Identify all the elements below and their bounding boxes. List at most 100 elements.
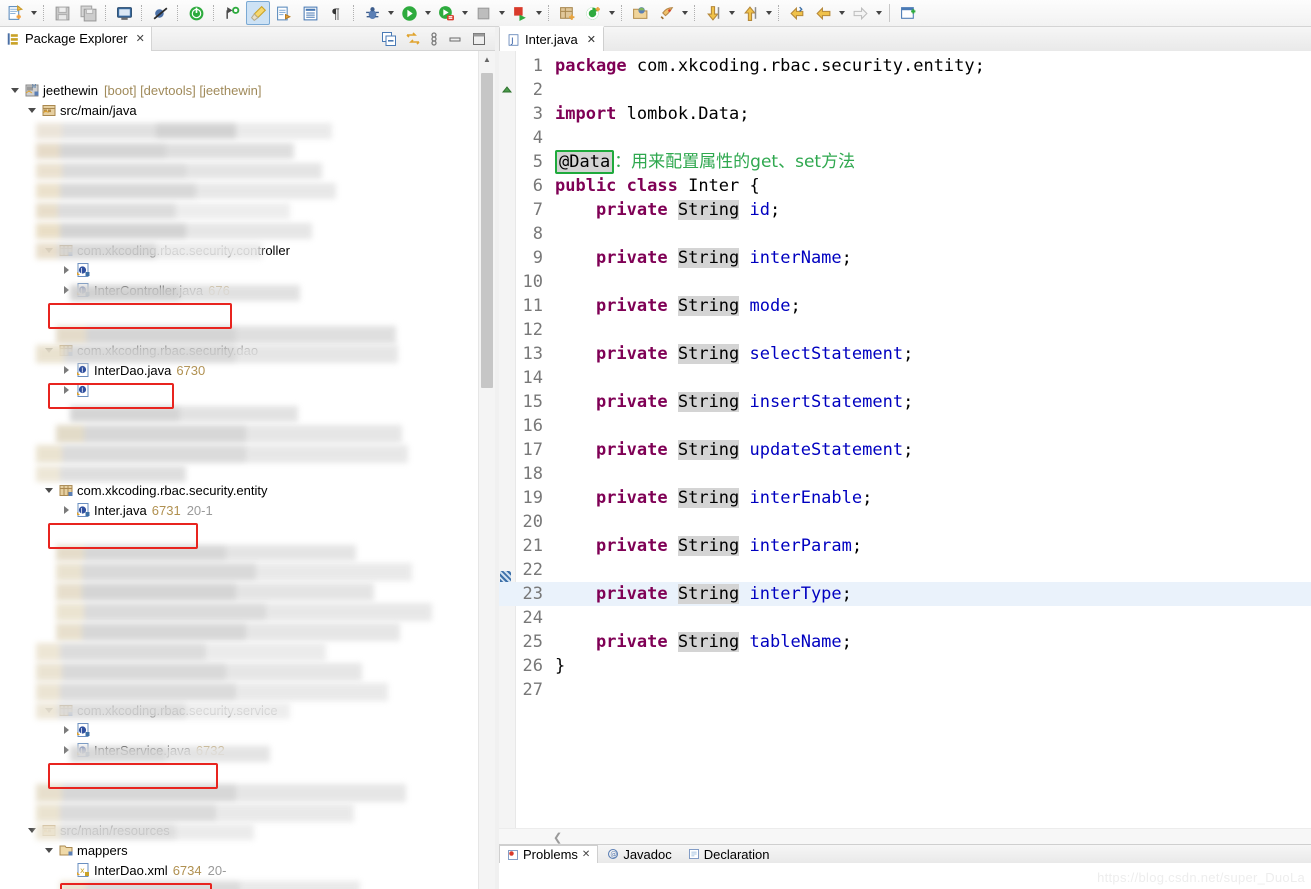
code-line[interactable]: 11 private String mode; <box>499 294 1311 318</box>
code-line[interactable]: 27 <box>499 678 1311 702</box>
twisty-open-icon[interactable] <box>25 108 39 113</box>
code-line[interactable]: 9 private String interName; <box>499 246 1311 270</box>
tree-row-file-intercontroller[interactable]: JInterController.java676 <box>59 280 478 300</box>
open-resource-button[interactable] <box>628 1 652 25</box>
code-line[interactable]: 26} <box>499 654 1311 678</box>
new-class-dropdown[interactable] <box>606 2 617 24</box>
tab-declaration[interactable]: Declaration <box>681 845 777 863</box>
tree-row-file-interdao[interactable]: IInterDao.java6730 <box>59 360 478 380</box>
code-line[interactable]: 3import lombok.Data; <box>499 102 1311 126</box>
code-editor[interactable]: 1package com.xkcoding.rbac.security.enti… <box>499 51 1311 863</box>
close-icon[interactable]: ✕ <box>136 32 145 45</box>
code-line[interactable]: 10 <box>499 270 1311 294</box>
scroll-left-arrow[interactable]: ❮ <box>553 831 562 844</box>
tree-row-folder-mappers[interactable]: mappers <box>42 840 478 860</box>
tree-row-pkg-service[interactable]: com.xkcoding.rbac.security.service <box>42 700 478 720</box>
code-line[interactable]: 19 private String interEnable; <box>499 486 1311 510</box>
tree-row-src-main-java[interactable]: src/main/java <box>25 100 478 120</box>
twisty-closed-icon[interactable] <box>59 286 73 294</box>
debug-dropdown[interactable] <box>385 2 396 24</box>
save-button[interactable] <box>50 1 74 25</box>
publish-dropdown[interactable] <box>533 2 544 24</box>
twisty-closed-icon[interactable] <box>59 506 73 514</box>
run-as-server-dropdown[interactable] <box>459 2 470 24</box>
code-line[interactable]: 20 <box>499 510 1311 534</box>
code-line[interactable]: 21 private String interParam; <box>499 534 1311 558</box>
tab-problems[interactable]: Problems ✕ <box>499 845 598 864</box>
twisty-open-icon[interactable] <box>25 828 39 833</box>
twisty-closed-icon[interactable] <box>59 726 73 734</box>
scroll-up-arrow[interactable]: ▲ <box>479 51 495 67</box>
tree-row-file-inter[interactable]: JInter.java673120-1 <box>59 500 478 520</box>
twisty-open-icon[interactable] <box>42 708 56 713</box>
twisty-open-icon[interactable] <box>42 248 56 253</box>
close-icon[interactable]: ✕ <box>582 849 590 860</box>
next-annotation-dropdown[interactable] <box>726 2 737 24</box>
show-whitespace-button[interactable]: ¶ <box>324 1 348 25</box>
forward-history-dropdown[interactable] <box>873 2 884 24</box>
last-edit-location-button[interactable] <box>811 1 835 25</box>
tree-row-src-main-resources[interactable]: src/main/resources <box>25 820 478 840</box>
run-dropdown[interactable] <box>422 2 433 24</box>
code-line[interactable]: 25 private String tableName; <box>499 630 1311 654</box>
forward-history-button[interactable] <box>848 1 872 25</box>
new-wizard-dropdown[interactable] <box>28 2 39 24</box>
code-line[interactable]: 18 <box>499 462 1311 486</box>
skip-breakpoints-button[interactable] <box>148 1 172 25</box>
open-type-button[interactable] <box>298 1 322 25</box>
back-history-button[interactable] <box>785 1 809 25</box>
tab-javadoc[interactable]: @ Javadoc <box>600 845 678 863</box>
twisty-closed-icon[interactable] <box>59 746 73 754</box>
toggle-mark-occurrences-button[interactable] <box>246 1 270 25</box>
save-all-button[interactable] <box>76 1 100 25</box>
tree-row-pkg-controller[interactable]: com.xkcoding.rbac.security.controller <box>42 240 478 260</box>
tab-package-explorer[interactable]: Package Explorer ✕ <box>0 27 152 51</box>
maximize-icon[interactable] <box>471 31 487 47</box>
twisty-closed-icon[interactable] <box>59 386 73 394</box>
debug-boot-button[interactable] <box>220 1 244 25</box>
tree-scrollbar-thumb[interactable] <box>481 73 493 388</box>
new-window-button[interactable] <box>896 1 920 25</box>
link-editor-icon[interactable] <box>405 31 421 47</box>
tree-scrollbar[interactable]: ▲ <box>478 51 495 889</box>
code-line[interactable]: 12 <box>499 318 1311 342</box>
code-line[interactable]: 1package com.xkcoding.rbac.security.enti… <box>499 54 1311 78</box>
code-line[interactable]: 7 private String id; <box>499 198 1311 222</box>
twisty-closed-icon[interactable] <box>59 266 73 274</box>
tree-row-pkg-entity[interactable]: com.xkcoding.rbac.security.entity <box>42 480 478 500</box>
code-line[interactable]: 14 <box>499 366 1311 390</box>
new-class-button[interactable] <box>581 1 605 25</box>
last-edit-dropdown[interactable] <box>836 2 847 24</box>
twisty-open-icon[interactable] <box>42 488 56 493</box>
quick-access-dropdown[interactable] <box>679 2 690 24</box>
code-line[interactable]: 17 private String updateStatement; <box>499 438 1311 462</box>
next-annotation-button[interactable] <box>701 1 725 25</box>
tree-row-pkg-dao[interactable]: com.xkcoding.rbac.security.dao <box>42 340 478 360</box>
tree-row-file-interdao-xml[interactable]: xInterDao.xml673420- <box>59 860 478 880</box>
minimize-icon[interactable] <box>447 31 463 47</box>
project-tree[interactable]: Mjeethewin[boot] [devtools] [jeethewin]s… <box>0 51 495 889</box>
collapse-all-icon[interactable] <box>381 31 397 47</box>
code-line[interactable]: 24 <box>499 606 1311 630</box>
run-button[interactable] <box>397 1 421 25</box>
stop-button[interactable] <box>471 1 495 25</box>
editor-horizontal-scrollbar[interactable]: ❮ <box>499 828 1311 845</box>
tree-row-project[interactable]: Mjeethewin[boot] [devtools] [jeethewin] <box>8 80 478 100</box>
new-wizard-button[interactable] <box>3 1 27 25</box>
twisty-open-icon[interactable] <box>42 848 56 853</box>
tree-row-redacted[interactable]: I <box>59 380 478 400</box>
open-task-button[interactable] <box>272 1 296 25</box>
code-line[interactable]: 15 private String insertStatement; <box>499 390 1311 414</box>
close-icon[interactable]: ✕ <box>587 33 596 46</box>
code-line[interactable]: 4 <box>499 126 1311 150</box>
terminate-server-button[interactable] <box>184 1 208 25</box>
twisty-closed-icon[interactable] <box>59 366 73 374</box>
twisty-open-icon[interactable] <box>8 88 22 93</box>
code-line[interactable]: 8 <box>499 222 1311 246</box>
tab-inter-java[interactable]: J Inter.java ✕ <box>499 26 604 51</box>
open-console-button[interactable] <box>112 1 136 25</box>
code-line[interactable]: 5@Data：用来配置属性的get、set方法 <box>499 150 1311 174</box>
code-line[interactable]: 13 private String selectStatement; <box>499 342 1311 366</box>
publish-button[interactable] <box>508 1 532 25</box>
code-line[interactable]: 2 <box>499 78 1311 102</box>
